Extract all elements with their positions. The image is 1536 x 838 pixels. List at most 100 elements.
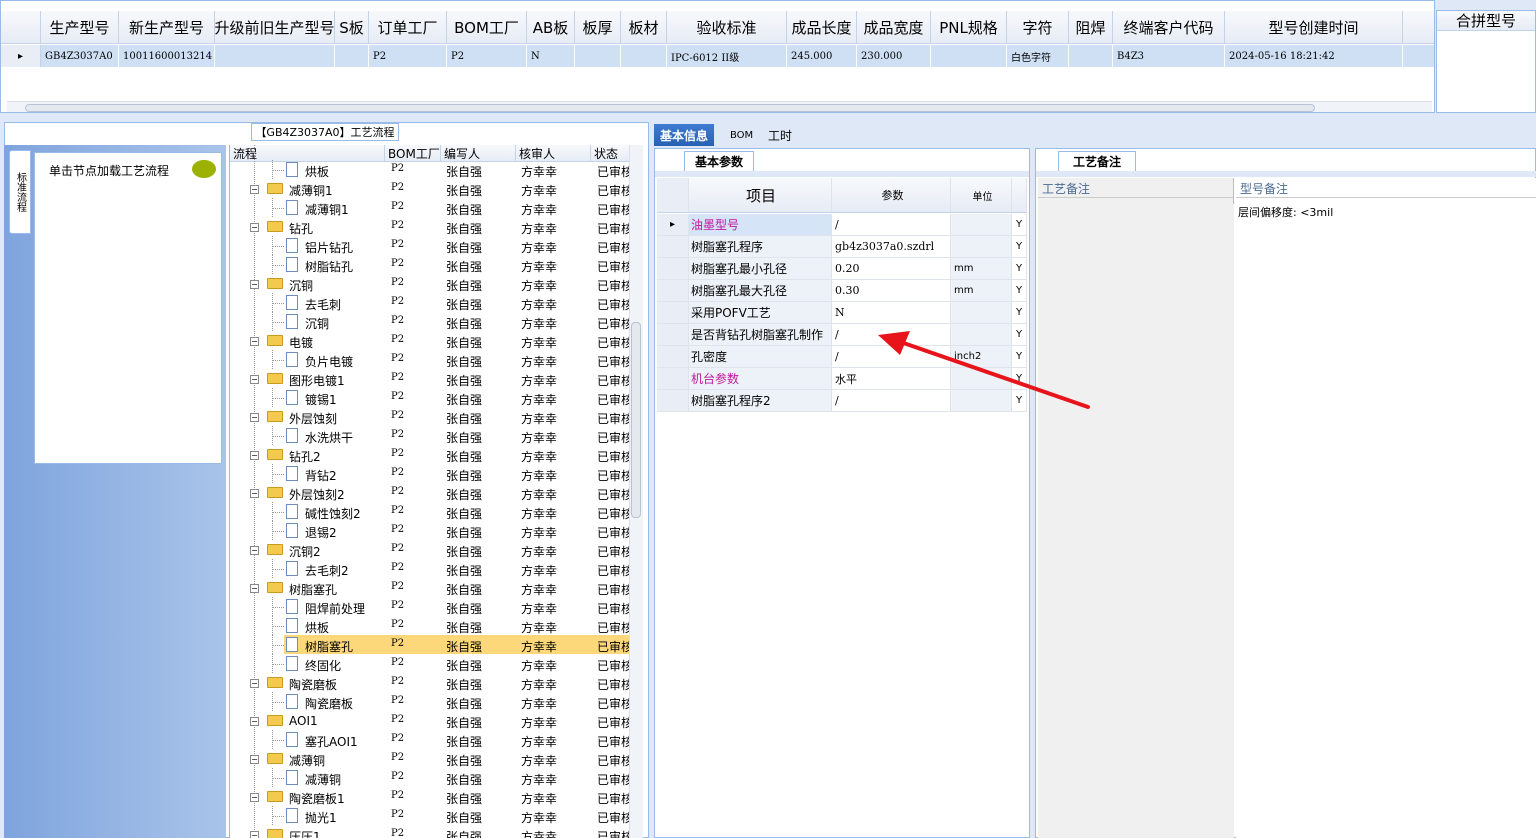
tree-row[interactable]: 烘板 P2 张自强 方幸幸 已审核 xyxy=(230,160,629,179)
grid-header-cell[interactable]: AB板 xyxy=(527,11,575,43)
tree-row[interactable]: 沉铜 P2 张自强 方幸幸 已审核 xyxy=(230,312,629,331)
tab-process-notes[interactable]: 工艺备注 xyxy=(1058,151,1136,171)
tree-row[interactable]: 去毛刺2 P2 张自强 方幸幸 已审核 xyxy=(230,559,629,578)
param-value[interactable]: 0.30 xyxy=(832,280,951,301)
grid-header-cell[interactable]: 字符 xyxy=(1007,11,1069,43)
tab-bom[interactable]: BOM xyxy=(724,124,759,146)
tree-row[interactable]: 减薄铜1 P2 张自强 方幸幸 已审核 xyxy=(230,198,629,217)
tree-row[interactable]: − 沉铜2 P2 张自强 方幸幸 已审核 xyxy=(230,540,629,559)
param-row[interactable]: 采用POFV工艺 N Y xyxy=(657,302,1027,324)
grid-header-cell[interactable]: 成品宽度 xyxy=(857,11,931,43)
expand-toggle[interactable]: − xyxy=(250,489,259,498)
grid-cell[interactable]: P2 xyxy=(369,45,447,67)
tree-row[interactable]: − 减薄铜1 P2 张自强 方幸幸 已审核 xyxy=(230,179,629,198)
process-note-column[interactable]: 工艺备注 xyxy=(1038,178,1234,838)
param-row[interactable]: 树脂塞孔程序 gb4z3037a0.szdrl Y xyxy=(657,236,1027,258)
param-value[interactable]: 0.20 xyxy=(832,258,951,279)
note-scrollbar[interactable] xyxy=(1220,204,1234,838)
tree-row[interactable]: − 压压1 P2 张自强 方幸幸 已审核 xyxy=(230,825,629,838)
row-indicator[interactable]: ▸ xyxy=(1,45,41,67)
grid-header-cell[interactable]: 升级前旧生产型号 xyxy=(215,11,335,43)
param-row[interactable]: 树脂塞孔最小孔径 0.20 mm Y xyxy=(657,258,1027,280)
tree-row[interactable]: 树脂钻孔 P2 张自强 方幸幸 已审核 xyxy=(230,255,629,274)
tree-row[interactable]: 退锡2 P2 张自强 方幸幸 已审核 xyxy=(230,521,629,540)
grid-header-cell[interactable]: 阻焊 xyxy=(1069,11,1113,43)
grid-header-cell[interactable]: 终端客户代码 xyxy=(1113,11,1225,43)
expand-toggle[interactable]: − xyxy=(250,280,259,289)
tree-row[interactable]: 陶瓷磨板 P2 张自强 方幸幸 已审核 xyxy=(230,692,629,711)
grid-cell[interactable]: B4Z3 xyxy=(1113,45,1225,67)
grid-cell[interactable]: IPC-6012 II级 xyxy=(667,45,787,67)
params-header-cell[interactable]: 单位 xyxy=(951,178,1012,212)
tree-row[interactable]: 背钻2 P2 张自强 方幸幸 已审核 xyxy=(230,464,629,483)
grid-cell[interactable] xyxy=(931,45,1007,67)
param-row[interactable]: ▸ 油墨型号 / Y xyxy=(657,214,1027,236)
tree-header-cell[interactable]: BOM工厂 xyxy=(385,145,441,161)
expand-toggle[interactable]: − xyxy=(250,546,259,555)
expand-toggle[interactable]: − xyxy=(250,584,259,593)
grid-header-cell[interactable]: 成品长度 xyxy=(787,11,857,43)
tree-row[interactable]: 阻焊前处理 P2 张自强 方幸幸 已审核 xyxy=(230,597,629,616)
grid-header-cell[interactable]: BOM工厂 xyxy=(447,11,527,43)
grid-header-cell[interactable]: PNL规格 xyxy=(931,11,1007,43)
param-value[interactable]: / xyxy=(832,214,951,235)
expand-toggle[interactable]: − xyxy=(250,413,259,422)
expand-toggle[interactable]: − xyxy=(250,755,259,764)
grid-header-cell[interactable]: 型号创建时间 xyxy=(1225,11,1403,43)
grid-header-cell[interactable]: 验收标准 xyxy=(667,11,787,43)
grid-header-cell[interactable]: 新生产型号 xyxy=(119,11,215,43)
grid-cell[interactable] xyxy=(335,45,369,67)
grid-cell[interactable]: 245.000 xyxy=(787,45,857,67)
tree-row[interactable]: − AOI1 P2 张自强 方幸幸 已审核 xyxy=(230,711,629,730)
expand-toggle[interactable]: − xyxy=(250,793,259,802)
params-header-cell[interactable]: 参数 xyxy=(832,178,951,212)
scroll-thumb[interactable] xyxy=(25,104,1315,112)
tree-row[interactable]: − 钻孔 P2 张自强 方幸幸 已审核 xyxy=(230,217,629,236)
tree-row[interactable]: − 钻孔2 P2 张自强 方幸幸 已审核 xyxy=(230,445,629,464)
expand-toggle[interactable]: − xyxy=(250,451,259,460)
grid-header-cell[interactable]: 订单工厂 xyxy=(369,11,447,43)
tree-header-cell[interactable]: 编写人 xyxy=(441,145,516,161)
tree-row[interactable]: 铝片钻孔 P2 张自强 方幸幸 已审核 xyxy=(230,236,629,255)
tree-row[interactable]: 镀锡1 P2 张自强 方幸幸 已审核 xyxy=(230,388,629,407)
vertical-scroll-thumb[interactable] xyxy=(631,322,641,518)
tree-row[interactable]: − 沉铜 P2 张自强 方幸幸 已审核 xyxy=(230,274,629,293)
tree-row[interactable]: 塞孔AOI1 P2 张自强 方幸幸 已审核 xyxy=(230,730,629,749)
tree-row[interactable]: 水洗烘干 P2 张自强 方幸幸 已审核 xyxy=(230,426,629,445)
model-grid-row[interactable]: ▸ GB4Z3037A0 10011600013214 P2 P2 N IPC-6012 I… xyxy=(1,45,1434,67)
tree-row[interactable]: − 外层蚀刻2 P2 张自强 方幸幸 已审核 xyxy=(230,483,629,502)
expand-toggle[interactable]: − xyxy=(250,717,259,726)
tree-row[interactable]: 终固化 P2 张自强 方幸幸 已审核 xyxy=(230,654,629,673)
standard-flow-tab[interactable]: 标准流程 xyxy=(9,150,31,234)
param-row[interactable]: 树脂塞孔最大孔径 0.30 mm Y xyxy=(657,280,1027,302)
grid-cell[interactable]: P2 xyxy=(447,45,527,67)
grid-cell[interactable]: 10011600013214 xyxy=(119,45,215,67)
tree-row[interactable]: 抛光1 P2 张自强 方幸幸 已审核 xyxy=(230,806,629,825)
grid-header-cell[interactable]: S板 xyxy=(335,11,369,43)
expand-toggle[interactable]: − xyxy=(250,831,259,838)
grid-cell[interactable] xyxy=(621,45,667,67)
tree-row[interactable]: 烘板 P2 张自强 方幸幸 已审核 xyxy=(230,616,629,635)
expand-toggle[interactable]: − xyxy=(250,337,259,346)
tree-row[interactable]: − 减薄铜 P2 张自强 方幸幸 已审核 xyxy=(230,749,629,768)
tab-work-hours[interactable]: 工时 xyxy=(762,124,798,146)
grid-header-cell[interactable]: 生产型号 xyxy=(41,11,119,43)
grid-cell[interactable] xyxy=(1069,45,1113,67)
model-note-column[interactable]: 型号备注 xyxy=(1236,178,1536,838)
tree-header-cell[interactable]: 核审人 xyxy=(516,145,591,161)
grid-cell[interactable]: 2024-05-16 18:21:42 xyxy=(1225,45,1403,67)
tree-row[interactable]: 树脂塞孔 P2 张自强 方幸幸 已审核 xyxy=(230,635,629,654)
grid-header-cell[interactable]: 板厚 xyxy=(575,11,621,43)
tab-basic-info[interactable]: 基本信息 xyxy=(654,124,715,146)
tree-row[interactable]: − 图形电镀1 P2 张自强 方幸幸 已审核 xyxy=(230,369,629,388)
tab-basic-params[interactable]: 基本参数 xyxy=(684,151,754,171)
grid-cell[interactable] xyxy=(215,45,335,67)
grid-cell[interactable]: N xyxy=(527,45,575,67)
tree-row[interactable]: − 电镀 P2 张自强 方幸幸 已审核 xyxy=(230,331,629,350)
expand-toggle[interactable]: − xyxy=(250,185,259,194)
grid-cell[interactable]: 230.000 xyxy=(857,45,931,67)
params-header-cell[interactable]: 项目 xyxy=(689,178,832,212)
grid-header-cell[interactable] xyxy=(1,11,41,43)
param-value[interactable]: N xyxy=(832,302,951,323)
tree-row[interactable]: 碱性蚀刻2 P2 张自强 方幸幸 已审核 xyxy=(230,502,629,521)
